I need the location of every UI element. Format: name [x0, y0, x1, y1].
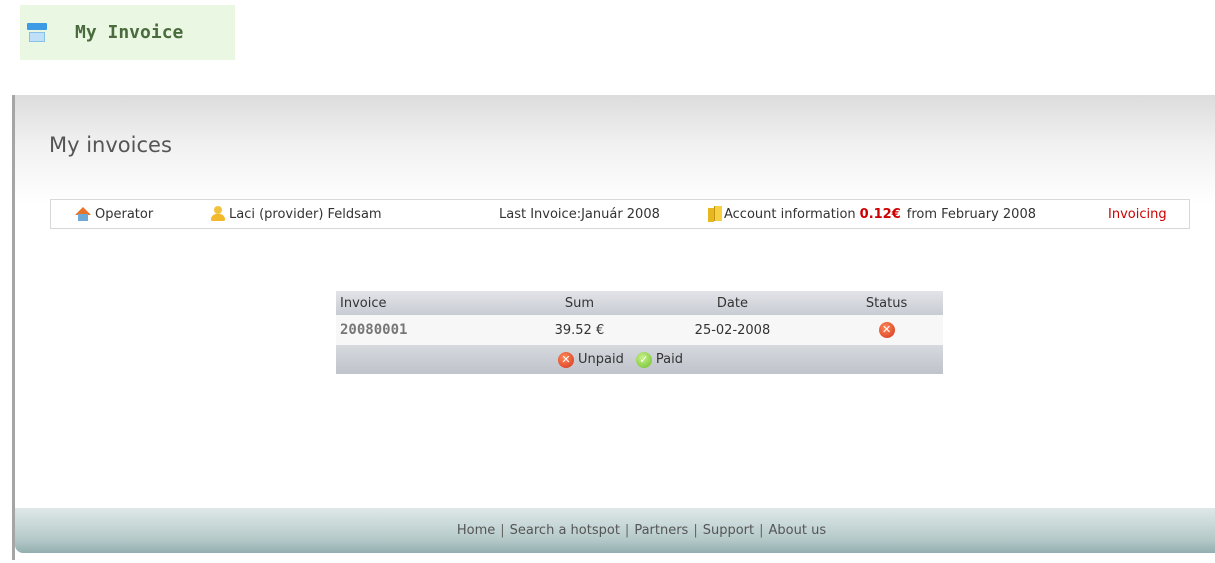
from-date: from February 2008	[906, 206, 1036, 222]
operator-label: Operator	[95, 206, 154, 222]
page-title: My invoices	[49, 133, 172, 157]
main-panel: My invoices Operator Laci (provider) Fel…	[12, 95, 1215, 560]
invoicing-link[interactable]: Invoicing	[1108, 200, 1167, 228]
info-bar: Operator Laci (provider) Feldsam Last In…	[50, 199, 1190, 229]
top-tab[interactable]: My Invoice	[20, 5, 235, 60]
legend-row: ✕ Unpaid ✓ Paid	[336, 345, 943, 374]
last-invoice: Last Invoice:Január 2008	[499, 200, 660, 228]
header-invoice: Invoice	[336, 291, 524, 315]
unpaid-icon: ✕	[558, 351, 575, 368]
footer-separator: |	[624, 523, 630, 538]
user-name: Laci (provider) Feldsam	[229, 206, 382, 222]
operator-link[interactable]: Operator	[75, 200, 153, 228]
invoice-number-link[interactable]: 20080001	[340, 322, 407, 338]
top-tab-title: My Invoice	[75, 22, 184, 43]
footer-nav: Home | Search a hotspot | Partners | Sup…	[457, 523, 826, 538]
status-legend: ✕ Unpaid ✓ Paid	[310, 351, 939, 368]
legend-cell: ✕ Unpaid ✓ Paid	[336, 345, 943, 374]
unpaid-status-icon: ✕	[878, 322, 895, 338]
books-icon	[708, 206, 722, 222]
account-amount: 0.12€	[859, 206, 901, 222]
header-status: Status	[830, 291, 943, 315]
status-cell: ✕	[830, 315, 943, 345]
header-date: Date	[634, 291, 831, 315]
last-invoice-text: Last Invoice:Január 2008	[499, 206, 660, 222]
footer-link-partners[interactable]: Partners	[634, 523, 688, 538]
paid-icon: ✓	[635, 351, 652, 368]
user-link[interactable]: Laci (provider) Feldsam	[211, 200, 382, 228]
account-information-label: Account information	[724, 206, 856, 222]
invoicing-label: Invoicing	[1108, 206, 1167, 222]
table-row: 20080001 39.52 € 25-02-2008 ✕	[336, 315, 943, 345]
house-icon	[75, 207, 91, 221]
legend-paid: Paid	[655, 352, 683, 367]
invoice-table: Invoice Sum Date Status 20080001 39.52 €…	[336, 291, 943, 374]
sum-cell: 39.52 €	[524, 315, 635, 345]
footer-separator: |	[759, 523, 764, 538]
account-information[interactable]: Account information 0.12€ from February …	[708, 200, 1036, 228]
footer-link-home[interactable]: Home	[457, 523, 495, 538]
header-sum: Sum	[524, 291, 635, 315]
user-icon	[211, 206, 225, 222]
legend-unpaid: Unpaid	[578, 352, 624, 367]
footer-separator: |	[500, 523, 505, 538]
footer-separator: |	[693, 523, 698, 538]
table-header-row: Invoice Sum Date Status	[336, 291, 943, 315]
footer-link-support[interactable]: Support	[703, 523, 754, 538]
footer: Home | Search a hotspot | Partners | Sup…	[15, 508, 1215, 553]
date-cell: 25-02-2008	[634, 315, 831, 345]
invoice-cell: 20080001	[336, 315, 524, 345]
footer-link-search-hotspot[interactable]: Search a hotspot	[510, 523, 620, 538]
window-icon	[27, 22, 47, 43]
footer-link-about-us[interactable]: About us	[769, 523, 827, 538]
